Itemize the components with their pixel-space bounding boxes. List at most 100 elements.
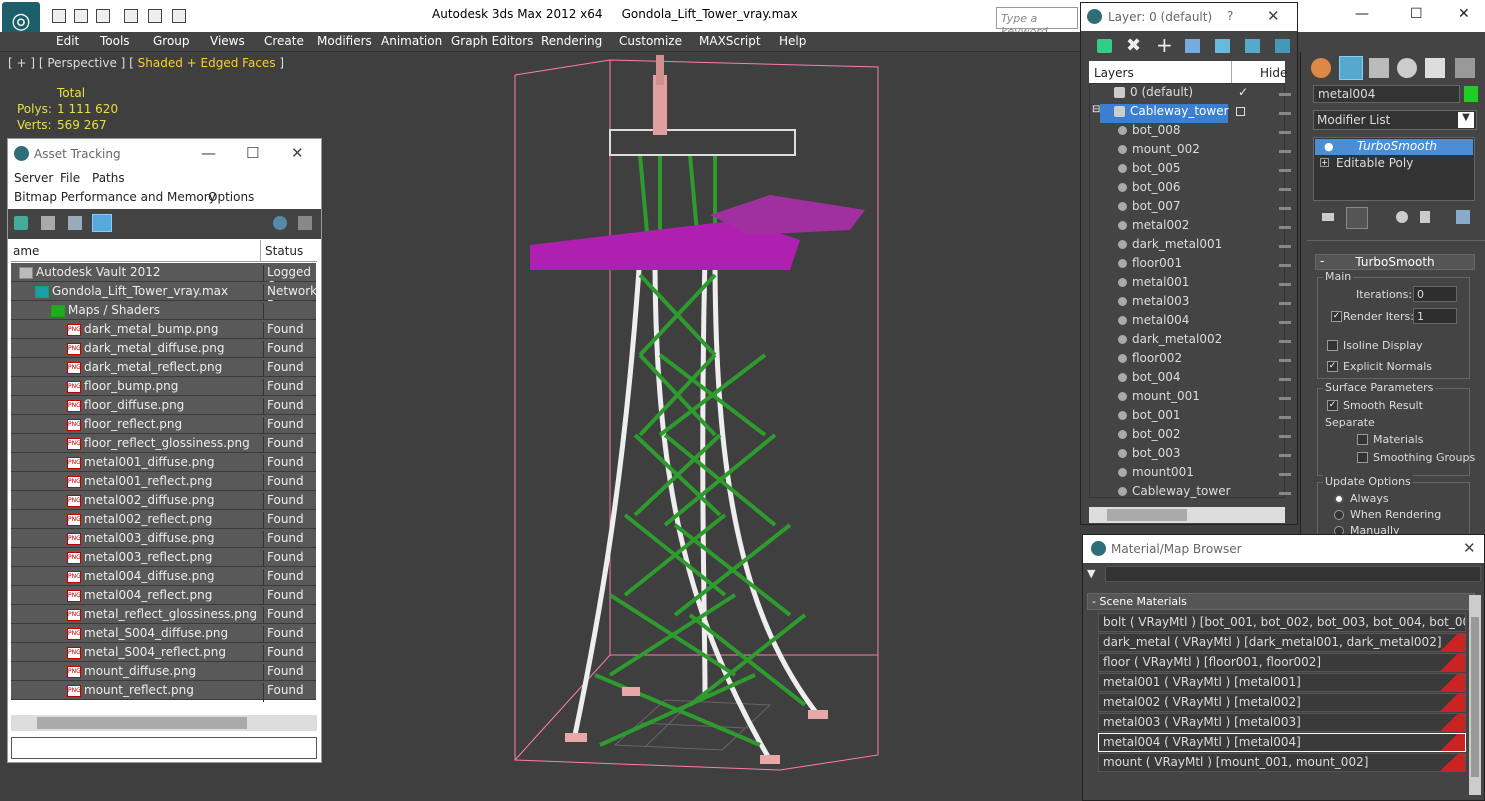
refresh-icon[interactable] [14,216,28,230]
explicit-normals-checkbox[interactable]: ✓ [1327,359,1343,373]
maximize-icon[interactable]: ☐ [1410,6,1423,22]
stack-item-turbosmooth[interactable]: TurboSmooth [1315,139,1473,155]
asset-table-row[interactable]: PNG floor_reflect_glossiness.png Found [11,434,316,455]
hide-toggle[interactable] [1279,93,1291,96]
column-hide[interactable]: Hide [1231,61,1287,83]
column-name[interactable]: ame [13,244,39,258]
modify-tab-icon[interactable] [1339,56,1363,80]
add-to-layer-icon[interactable]: + [1156,33,1173,57]
layer-object-item[interactable]: metal003 [1118,294,1303,313]
hide-toggle[interactable] [1279,473,1291,476]
browser-options-icon[interactable]: ▼ [1087,567,1095,580]
asset-table-row[interactable]: PNG metal002_reflect.png Found [11,510,316,531]
hide-toggle[interactable] [1279,264,1291,267]
hide-toggle[interactable] [1279,226,1291,229]
close-icon[interactable]: ✕ [1267,7,1280,25]
hide-toggle[interactable] [1279,321,1291,324]
undo-icon[interactable] [124,9,138,23]
hide-toggle[interactable] [1279,435,1291,438]
select-objects-icon[interactable] [1185,39,1200,53]
material-item[interactable]: metal002 ( VRayMtl ) [metal002] [1098,693,1466,712]
column-layers[interactable]: Layers [1094,66,1134,80]
layer-object-item[interactable]: bot_004 [1118,370,1303,389]
asset-table-row[interactable]: PNG metal003_diffuse.png Found [11,529,316,550]
menu-maxscript[interactable]: MAXScript [699,34,761,48]
save-file-icon[interactable] [96,9,110,23]
layer-object-item[interactable]: metal002 [1118,218,1303,237]
freeze-all-icon[interactable] [1275,39,1290,53]
material-item[interactable]: metal003 ( VRayMtl ) [metal003] [1098,713,1466,732]
create-tab-icon[interactable] [1311,58,1331,78]
highlight-layer-icon[interactable] [1215,39,1230,53]
layer-object-item[interactable]: mount_002 [1118,142,1303,161]
layer-object-item[interactable]: bot_001 [1118,408,1303,427]
configure-sets-icon[interactable] [1456,210,1470,224]
asset-table-row[interactable]: PNG metal003_reflect.png Found [11,548,316,569]
isoline-checkbox[interactable] [1327,338,1343,352]
asset-table-row[interactable]: Maps / Shaders [11,301,316,322]
asset-table-row[interactable]: PNG metal001_diffuse.png Found [11,453,316,474]
smooth-result-checkbox[interactable]: ✓ [1327,398,1343,412]
hide-toggle[interactable] [1279,378,1291,381]
material-search-input[interactable] [1105,566,1481,582]
material-item[interactable]: mount ( VRayMtl ) [mount_001, mount_002] [1098,753,1466,772]
maximize-icon[interactable]: ☐ [246,144,259,162]
help-icon[interactable] [273,216,287,230]
layer-object-item[interactable]: mount_001 [1118,389,1303,408]
tower-model[interactable] [500,55,880,775]
hide-all-icon[interactable] [1245,39,1260,53]
hide-toggle[interactable] [1279,245,1291,248]
asset-table-row[interactable]: PNG metal_S004_diffuse.png Found [11,624,316,645]
render-iters-spinner[interactable]: 1 [1413,308,1457,324]
menu-help[interactable]: Help [779,34,806,48]
hide-toggle[interactable] [1279,112,1291,115]
scene-materials-header[interactable]: - Scene Materials [1087,593,1475,610]
asset-table-row[interactable]: PNG mount_diffuse.png Found [11,662,316,683]
hide-toggle[interactable] [1279,302,1291,305]
layer-object-item[interactable]: metal004 [1118,313,1303,332]
hide-toggle[interactable] [1279,359,1291,362]
modifier-list-dropdown[interactable]: Modifier List ▼ [1313,110,1477,130]
asset-table-row[interactable]: Gondola_Lift_Tower_vray.maxNetwork P [11,282,317,312]
stack-item-editable-poly[interactable]: Editable Poly [1336,156,1413,170]
layer-object-item[interactable]: bot_003 [1118,446,1303,465]
layer-object-item[interactable]: bot_006 [1118,180,1303,199]
minimize-icon[interactable]: — [1355,6,1369,22]
scrollbar-thumb[interactable] [1107,509,1187,521]
lightbulb-icon[interactable]: ● [1324,140,1334,153]
help-icon[interactable]: ? [1227,9,1233,23]
hide-toggle[interactable] [1279,188,1291,191]
table-view-icon[interactable] [92,214,112,232]
show-end-result-icon[interactable] [1346,207,1368,229]
hide-toggle[interactable] [1279,416,1291,419]
scrollbar-thumb[interactable] [1471,617,1479,777]
layer-item[interactable]: ⊟ Cableway_tower [1092,104,1229,123]
layer-object-item[interactable]: bot_008 [1118,123,1303,142]
layer-object-item[interactable]: floor002 [1118,351,1303,370]
horizontal-scrollbar[interactable] [11,715,317,731]
hide-toggle[interactable] [1279,169,1291,172]
column-status[interactable]: Status [260,240,303,262]
hide-toggle[interactable] [1279,131,1291,134]
asset-table-row[interactable]: PNG dark_metal_bump.png Found [11,320,316,341]
layer-object-item[interactable]: dark_metal001 [1118,237,1303,256]
menu-views[interactable]: Views [210,34,245,48]
remove-modifier-icon[interactable] [1420,211,1430,223]
delete-layer-icon[interactable]: ✖ [1126,35,1141,56]
material-item[interactable]: metal004 ( VRayMtl ) [metal004] [1098,733,1466,752]
hierarchy-tab-icon[interactable] [1369,58,1389,78]
asset-table-row[interactable]: PNG dark_metal_reflect.png Found [11,358,316,379]
hide-toggle[interactable] [1279,340,1291,343]
hide-toggle[interactable] [1279,454,1291,457]
new-file-icon[interactable] [52,9,66,23]
always-radio[interactable] [1334,494,1344,504]
scrollbar-thumb[interactable] [37,717,247,729]
when-rendering-radio[interactable] [1334,510,1344,520]
asset-table-row[interactable]: Autodesk Vault 2012Logged Ou [11,263,316,293]
asset-menu-server[interactable]: Server [14,171,53,185]
redo-icon[interactable] [148,9,162,23]
thumbnail-view-icon[interactable] [68,216,82,230]
layer-object-item[interactable]: floor001 [1118,256,1303,275]
layer-object-item[interactable]: metal001 [1118,275,1303,294]
menu-graph-editors[interactable]: Graph Editors [451,34,533,48]
